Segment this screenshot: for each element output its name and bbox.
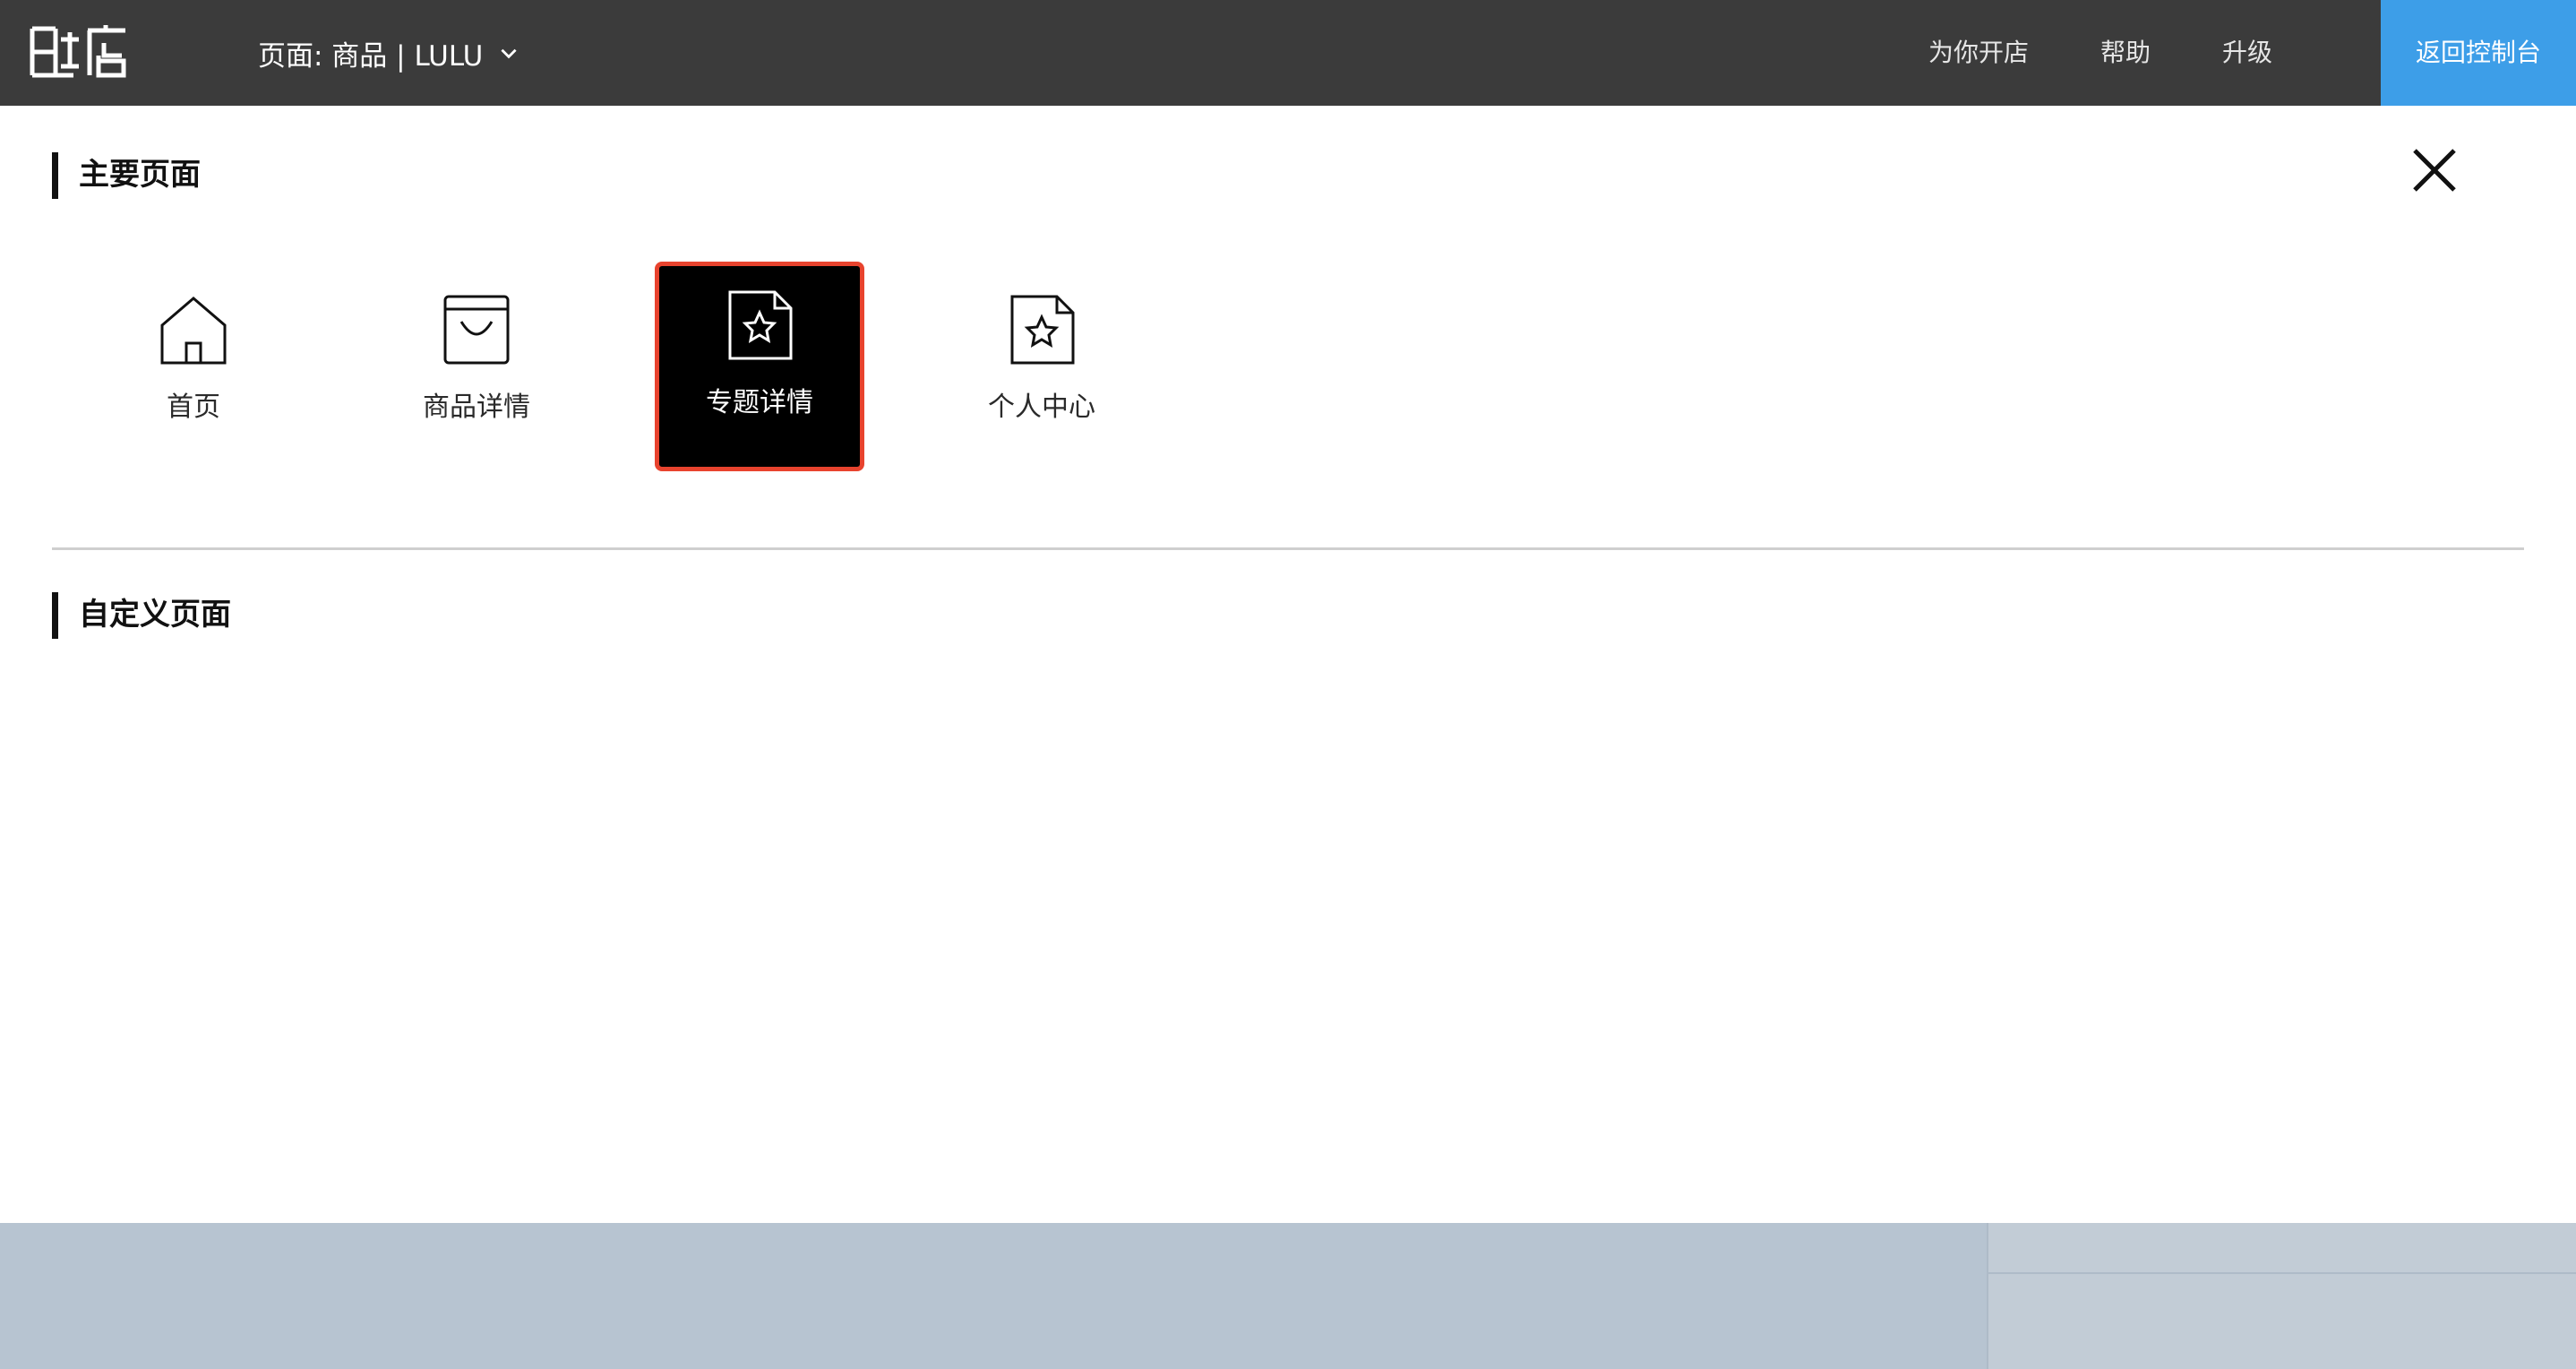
star-document-icon bbox=[1003, 291, 1080, 368]
close-icon[interactable] bbox=[2409, 145, 2460, 195]
home-icon bbox=[155, 291, 232, 368]
page-selector-label: 页面: 商品 | LULU bbox=[258, 39, 484, 73]
back-to-console-button[interactable]: 返回控制台 bbox=[2381, 0, 2576, 106]
page-tile-label: 首页 bbox=[167, 392, 220, 423]
nav-open-store[interactable]: 为你开店 bbox=[1928, 30, 2029, 75]
star-document-icon bbox=[721, 287, 798, 364]
custom-pages-title: 自定义页面 bbox=[79, 597, 231, 633]
page-tile-home[interactable]: 首页 bbox=[94, 266, 293, 465]
store-logo[interactable] bbox=[29, 23, 129, 81]
nav-upgrade[interactable]: 升级 bbox=[2222, 30, 2272, 75]
section-marker bbox=[52, 152, 58, 199]
chevron-down-icon bbox=[501, 48, 517, 59]
page-tile-label: 商品详情 bbox=[423, 392, 530, 423]
shopping-bag-icon bbox=[438, 291, 515, 368]
product-action-bar bbox=[0, 1223, 2576, 1369]
logo-mark-icon bbox=[30, 25, 126, 78]
page-tile-product-detail[interactable]: 商品详情 bbox=[377, 266, 576, 465]
editor-control-panel bbox=[1987, 1223, 2576, 1369]
page-tile-profile[interactable]: 个人中心 bbox=[942, 266, 1141, 465]
section-divider bbox=[52, 547, 2524, 550]
section-marker bbox=[52, 592, 58, 639]
top-bar: 页面: 商品 | LULU 为你开店 帮助 升级 返回控制台 bbox=[0, 0, 2576, 106]
page-selector[interactable]: 页面: 商品 | LULU bbox=[258, 30, 520, 75]
nav-help[interactable]: 帮助 bbox=[2100, 30, 2151, 75]
page-tile-label: 个人中心 bbox=[988, 392, 1095, 423]
page-tile-label: 专题详情 bbox=[706, 387, 813, 418]
main-pages-title: 主要页面 bbox=[79, 157, 201, 193]
page-tile-topic-detail[interactable]: 专题详情 bbox=[655, 262, 864, 471]
